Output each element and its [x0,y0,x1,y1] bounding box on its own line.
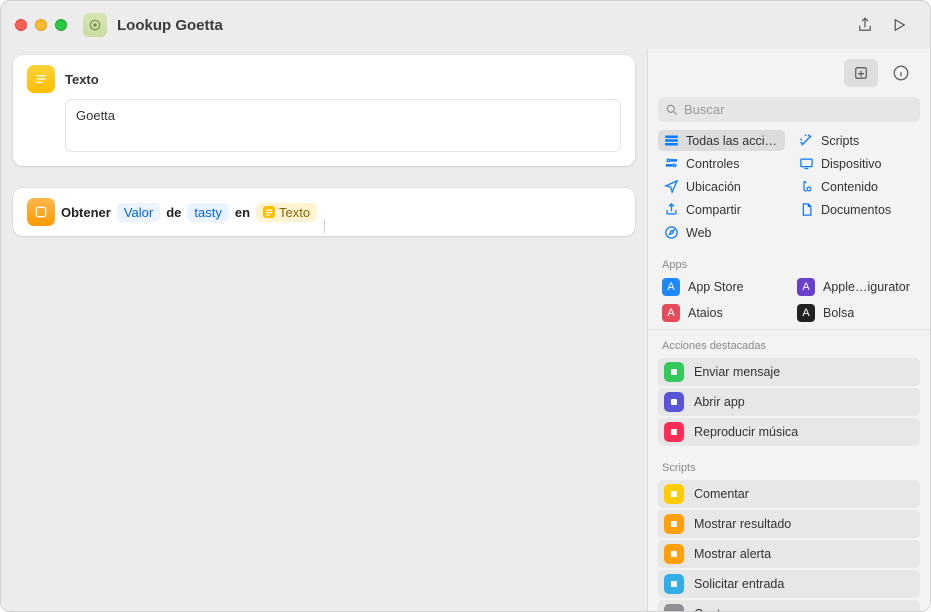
action-icon [664,484,684,504]
action-library-sidebar: Todas las acci… Scripts Controles Dispositi… [647,49,930,611]
shortcuts-editor-window: Lookup Goetta Texto [0,0,931,612]
close-window-button[interactable] [15,19,27,31]
share-icon [664,202,679,217]
category-label: Todas las acci… [686,134,777,148]
scripts-header: Scripts [648,448,930,478]
zoom-window-button[interactable] [55,19,67,31]
action-label: Reproducir música [694,425,798,439]
note-icon [799,179,814,194]
editor-canvas[interactable]: Texto Obtener Valor de tasty en [1,49,647,611]
text-action-icon [27,65,55,93]
window-title: Lookup Goetta [117,17,223,34]
app-label: App Store [688,280,744,294]
action-label: Contar [694,607,732,611]
category-label: Ubicación [686,180,741,194]
info-button[interactable] [884,59,918,87]
category-dial[interactable]: Controles [658,153,785,174]
shortcut-icon [83,13,107,37]
share-button[interactable] [848,11,882,39]
text-action-title: Texto [65,72,99,87]
search-icon [665,103,679,117]
app-icon: A [797,278,815,296]
dial-icon [664,156,679,171]
get-ref-label: Texto [279,205,310,220]
action-label: Solicitar entrada [694,577,784,591]
category-safari[interactable]: Web [658,222,785,243]
action-icon [664,604,684,611]
app-item[interactable]: A App Store [658,275,785,299]
action-icon [664,514,684,534]
action-list-item[interactable]: Comentar [658,480,920,508]
action-icon [664,392,684,412]
action-list-item[interactable]: Abrir app [658,388,920,416]
featured-header: Acciones destacadas [648,330,930,356]
app-label: Apple…igurator [823,280,910,294]
action-label: Mostrar alerta [694,547,771,561]
category-display[interactable]: Dispositivo [793,153,920,174]
app-item[interactable]: A Bolsa [793,301,920,325]
list-icon [664,133,679,148]
doc-icon [799,202,814,217]
location-icon [664,179,679,194]
category-location[interactable]: Ubicación [658,176,785,197]
action-label: Mostrar resultado [694,517,791,531]
text-action-input[interactable] [65,99,621,152]
text-action-card[interactable]: Texto [13,55,635,166]
category-wand[interactable]: Scripts [793,130,920,151]
category-label: Compartir [686,203,741,217]
action-label: Enviar mensaje [694,365,780,379]
app-label: Bolsa [823,306,854,320]
get-ref-texto[interactable]: Texto [256,203,317,222]
action-icon [664,422,684,442]
category-label: Dispositivo [821,157,881,171]
display-icon [799,156,814,171]
safari-icon [664,225,679,240]
category-label: Documentos [821,203,891,217]
category-label: Web [686,226,711,240]
get-param-tasty[interactable]: tasty [187,203,228,222]
get-param-valor[interactable]: Valor [117,203,160,222]
titlebar: Lookup Goetta [1,1,930,49]
action-icon [664,362,684,382]
app-label: Ataios [688,306,723,320]
minimize-window-button[interactable] [35,19,47,31]
app-item[interactable]: A Ataios [658,301,785,325]
get-action-icon [27,198,55,226]
get-label: Obtener [61,205,111,220]
library-button[interactable] [844,59,878,87]
apps-header: Apps [648,249,930,275]
action-list-item[interactable]: Contar [658,600,920,611]
app-icon: A [797,304,815,322]
wand-icon [799,133,814,148]
search-field-wrapper [658,97,920,122]
get-word-de: de [166,205,181,220]
get-action-card[interactable]: Obtener Valor de tasty en Texto [13,188,635,236]
category-label: Contenido [821,180,878,194]
category-share[interactable]: Compartir [658,199,785,220]
category-note[interactable]: Contenido [793,176,920,197]
text-ref-icon [263,206,275,218]
action-list-item[interactable]: Enviar mensaje [658,358,920,386]
action-label: Abrir app [694,395,745,409]
app-item[interactable]: A Apple…igurator [793,275,920,299]
action-list-item[interactable]: Solicitar entrada [658,570,920,598]
app-icon: A [662,278,680,296]
get-word-en: en [235,205,250,220]
run-button[interactable] [882,11,916,39]
app-icon: A [662,304,680,322]
action-icon [664,574,684,594]
action-list-item[interactable]: Mostrar resultado [658,510,920,538]
window-controls [15,19,67,31]
category-label: Controles [686,157,740,171]
action-label: Comentar [694,487,749,501]
action-icon [664,544,684,564]
category-doc[interactable]: Documentos [793,199,920,220]
action-list-item[interactable]: Mostrar alerta [658,540,920,568]
action-list-item[interactable]: Reproducir música [658,418,920,446]
category-list[interactable]: Todas las acci… [658,130,785,151]
category-label: Scripts [821,134,859,148]
search-input[interactable] [658,97,920,122]
